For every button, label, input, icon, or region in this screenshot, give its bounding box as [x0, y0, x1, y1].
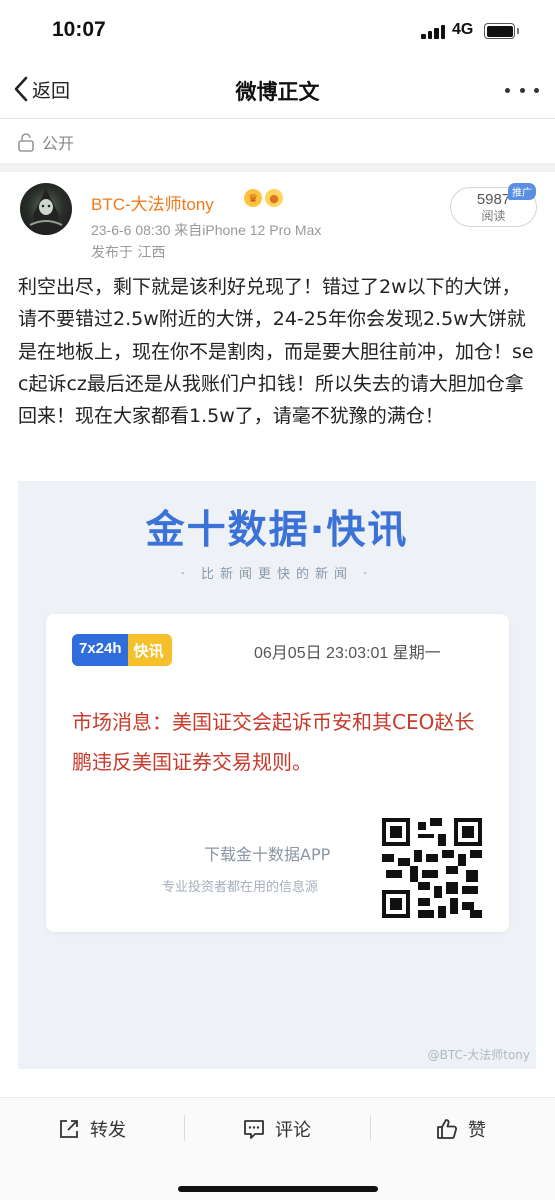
divider [184, 1115, 185, 1141]
repost-label: 转发 [90, 1120, 126, 1141]
fish-badge-icon: ● [265, 189, 283, 207]
comment-icon [244, 1120, 264, 1139]
news-card: 7x24h 快讯 06月05日 23:03:01 星期一 市场消息：美国证交会起… [46, 614, 509, 932]
lock-icon [18, 133, 34, 152]
visibility-row: 公开 [17, 128, 74, 156]
section-gap [0, 163, 555, 172]
embed-title: 金十数据·快讯 [145, 508, 409, 553]
post-meta: 23-6-6 08:30 来自iPhone 12 Pro Max [91, 222, 322, 238]
post-text: 利空出尽，剩下就是该利好兑现了！错过了2w以下的大饼，请不要错过2.5w附近的大… [18, 276, 534, 428]
comment-label: 评论 [275, 1120, 311, 1141]
battery-icon [484, 23, 519, 39]
post-location: 发布于 江西 [91, 245, 166, 261]
repost-icon [60, 1120, 78, 1138]
home-indicator[interactable] [178, 1186, 378, 1192]
nav-bar: 返回 微博正文 [0, 62, 555, 118]
page-title: 微博正文 [235, 80, 320, 104]
avatar[interactable] [20, 183, 72, 235]
news-date: 06月05日 23:03:01 星期一 [254, 645, 441, 662]
news-text: 市场消息：美国证交会起诉币安和其CEO赵长鹏违反美国证券交易规则。 [72, 710, 475, 774]
news-tag-247: 7x24h [72, 634, 128, 666]
divider [370, 1115, 371, 1141]
embed-slogan: · 比新闻更快的新闻 · [180, 567, 374, 582]
qr-code-icon [382, 818, 482, 918]
post-image[interactable]: 金十数据·快讯 · 比新闻更快的新闻 · 7x24h 快讯 06月05日 23:… [18, 481, 536, 1069]
status-bar: 10:07 4G [0, 0, 555, 62]
download-subtitle: 专业投资者都在用的信息源 [162, 880, 319, 895]
like-button[interactable]: 赞 [436, 1114, 486, 1144]
comment-button[interactable]: 评论 [243, 1114, 311, 1144]
more-icon[interactable] [505, 76, 539, 104]
news-tag: 7x24h 快讯 [72, 634, 172, 666]
author-badges: ♛ ● [244, 189, 283, 207]
bottom-action-bar: 转发 评论 赞 [0, 1097, 555, 1200]
like-icon [437, 1119, 458, 1139]
like-label: 赞 [468, 1120, 486, 1141]
image-watermark: @BTC-大法师tony [427, 1048, 530, 1062]
read-label: 阅读 [481, 209, 506, 223]
author-name[interactable]: BTC-大法师tony [91, 190, 214, 215]
news-tag-flash: 快讯 [127, 634, 172, 666]
network-type: 4G [452, 21, 474, 38]
promo-tag: 推广 [508, 183, 536, 200]
visibility-label: 公开 [42, 134, 75, 153]
cellular-signal-icon [421, 25, 447, 39]
download-title: 下载金十数据APP [204, 845, 331, 864]
crown-badge-icon: ♛ [244, 189, 262, 207]
status-time: 10:07 [52, 18, 106, 41]
divider [0, 118, 555, 119]
repost-button[interactable]: 转发 [58, 1114, 126, 1144]
